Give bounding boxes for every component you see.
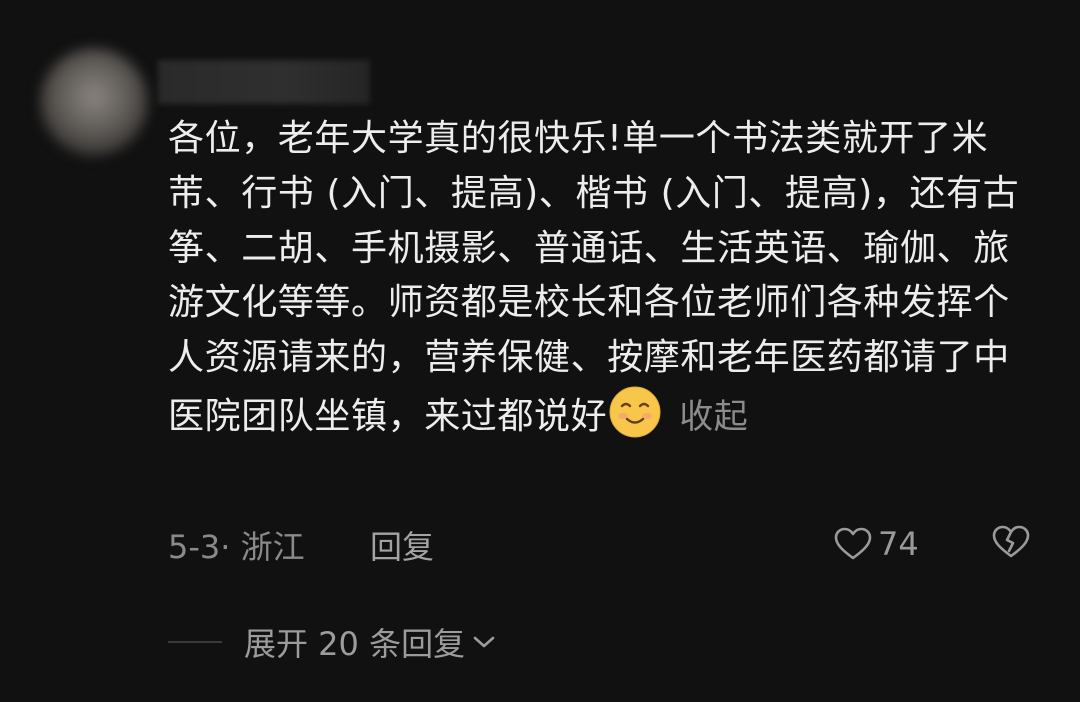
heart-outline-icon — [834, 527, 872, 560]
comment-meta-row: 5-3· 浙江 回复 74 — [168, 520, 1038, 568]
expand-divider-line — [168, 641, 222, 643]
comment-date-location: 5-3· 浙江 — [168, 528, 305, 566]
expand-replies-label: 展开 20 条回复 — [244, 625, 466, 663]
expand-replies-button[interactable]: 展开 20 条回复 — [168, 618, 497, 666]
smiling-face-emoji-icon — [609, 386, 661, 438]
user-avatar[interactable] — [40, 48, 148, 156]
like-count: 74 — [878, 525, 919, 563]
broken-heart-icon — [992, 525, 1030, 558]
comment-text: 各位，老年大学真的很快乐!单一个书法类就开了米芾、行书 (入门、提高)、楷书 (… — [168, 118, 1020, 437]
chevron-down-icon — [473, 636, 495, 648]
dislike-button[interactable] — [992, 525, 1030, 563]
reply-button[interactable]: 回复 — [370, 522, 434, 568]
collapse-link[interactable]: 收起 — [679, 397, 748, 437]
comment-body: 各位，老年大学真的很快乐!单一个书法类就开了米芾、行书 (入门、提高)、楷书 (… — [168, 112, 1038, 445]
username-blurred[interactable] — [158, 60, 370, 104]
like-button[interactable]: 74 — [834, 520, 919, 568]
